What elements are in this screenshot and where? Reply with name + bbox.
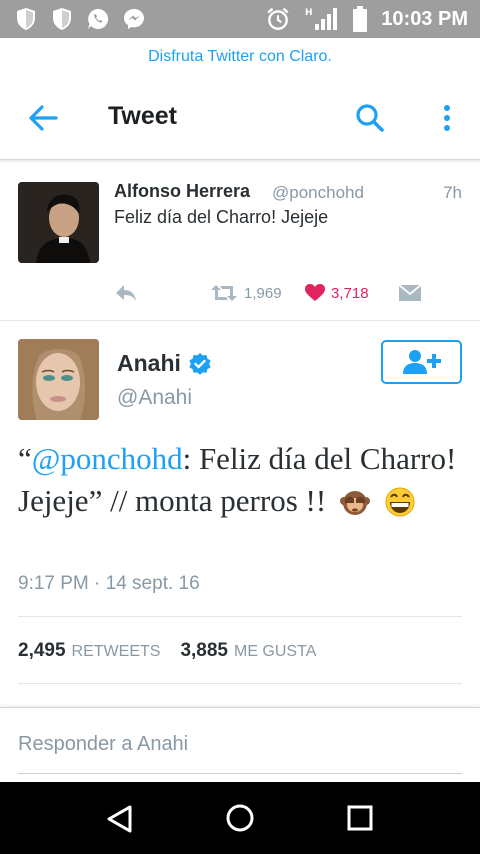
reply-input[interactable]: Responder a Anahi	[18, 733, 188, 756]
author-row: Anahi	[117, 350, 211, 377]
retweet-icon	[211, 285, 237, 301]
status-bar: H 10:03 PM	[0, 0, 480, 38]
like-count: 3,718	[331, 284, 369, 302]
battery-icon	[353, 6, 368, 32]
like-count[interactable]: 3,885	[180, 640, 228, 662]
like-label[interactable]: ME GUSTA	[234, 643, 316, 661]
see-no-evil-monkey-emoji	[340, 486, 371, 528]
signal-icon: H	[305, 8, 338, 30]
notification-icons	[14, 7, 146, 31]
avatar-photo	[18, 339, 99, 420]
clock-time: 10:03 PM	[381, 7, 468, 30]
reply-composer: Responder a Anahi	[0, 707, 480, 782]
divider	[18, 683, 462, 684]
tweet-text: Feliz día del Charro! Jejeje	[114, 207, 329, 227]
input-underline	[18, 773, 462, 774]
mention-link[interactable]: @ponchohd	[32, 441, 183, 476]
system-navigation-bar	[0, 782, 480, 854]
shield-icon	[53, 8, 71, 30]
grinning-face-emoji	[384, 486, 416, 528]
alarm-icon	[267, 7, 289, 30]
whatsapp-icon	[88, 8, 109, 29]
divider	[18, 616, 462, 617]
envelope-icon	[398, 284, 422, 301]
avatar[interactable]	[18, 339, 99, 420]
author-handle[interactable]: @ponchohd	[272, 183, 364, 203]
heart-icon	[305, 284, 325, 301]
retweet-count: 1,969	[244, 284, 282, 302]
like-action[interactable]: 3,718	[305, 281, 369, 305]
reply-icon	[116, 285, 136, 301]
avatar[interactable]	[18, 182, 99, 263]
page-title: Tweet	[108, 102, 177, 130]
engagement-stats: 2,495 RETWEETS 3,885 ME GUSTA	[18, 640, 316, 662]
add-user-icon	[402, 350, 441, 374]
tweet-timestamp: 9:17 PM · 14 sept. 16	[18, 573, 200, 594]
toolbar: Tweet	[0, 76, 480, 160]
avatar-photo	[18, 182, 99, 263]
retweet-count[interactable]: 2,495	[18, 640, 66, 662]
reply-action[interactable]	[114, 281, 138, 305]
messenger-icon	[124, 9, 144, 29]
shield-icon	[17, 8, 35, 30]
verified-badge-icon	[189, 352, 211, 375]
parent-tweet[interactable]: Alfonso Herrera @ponchohd 7h Feliz día d…	[0, 161, 480, 321]
tweet-actions: 1,969 3,718	[114, 281, 444, 305]
author-name[interactable]: Anahi	[117, 350, 181, 377]
message-action[interactable]	[398, 281, 422, 305]
back-triangle-icon[interactable]	[104, 804, 136, 834]
recent-apps-icon[interactable]	[347, 805, 373, 831]
system-icons: H 10:03 PM	[265, 6, 468, 32]
author-name[interactable]: Alfonso Herrera	[114, 181, 250, 202]
quote-mark: “	[18, 441, 32, 476]
follow-button[interactable]	[381, 340, 462, 384]
retweet-label[interactable]: RETWEETS	[72, 643, 161, 661]
more-vertical-icon[interactable]	[436, 100, 458, 136]
promo-banner[interactable]: Disfruta Twitter con Claro.	[0, 38, 480, 76]
search-icon[interactable]	[352, 100, 388, 136]
retweet-action[interactable]: 1,969	[210, 281, 282, 305]
home-circle-icon[interactable]	[225, 803, 255, 833]
svg-text:H: H	[305, 8, 313, 18]
tweet-text: “@ponchohd: Feliz día del Charro! Jejeje…	[18, 438, 458, 528]
author-handle[interactable]: @Anahi	[117, 386, 192, 410]
tweet-age: 7h	[443, 183, 462, 202]
arrow-left-icon[interactable]	[22, 102, 62, 134]
